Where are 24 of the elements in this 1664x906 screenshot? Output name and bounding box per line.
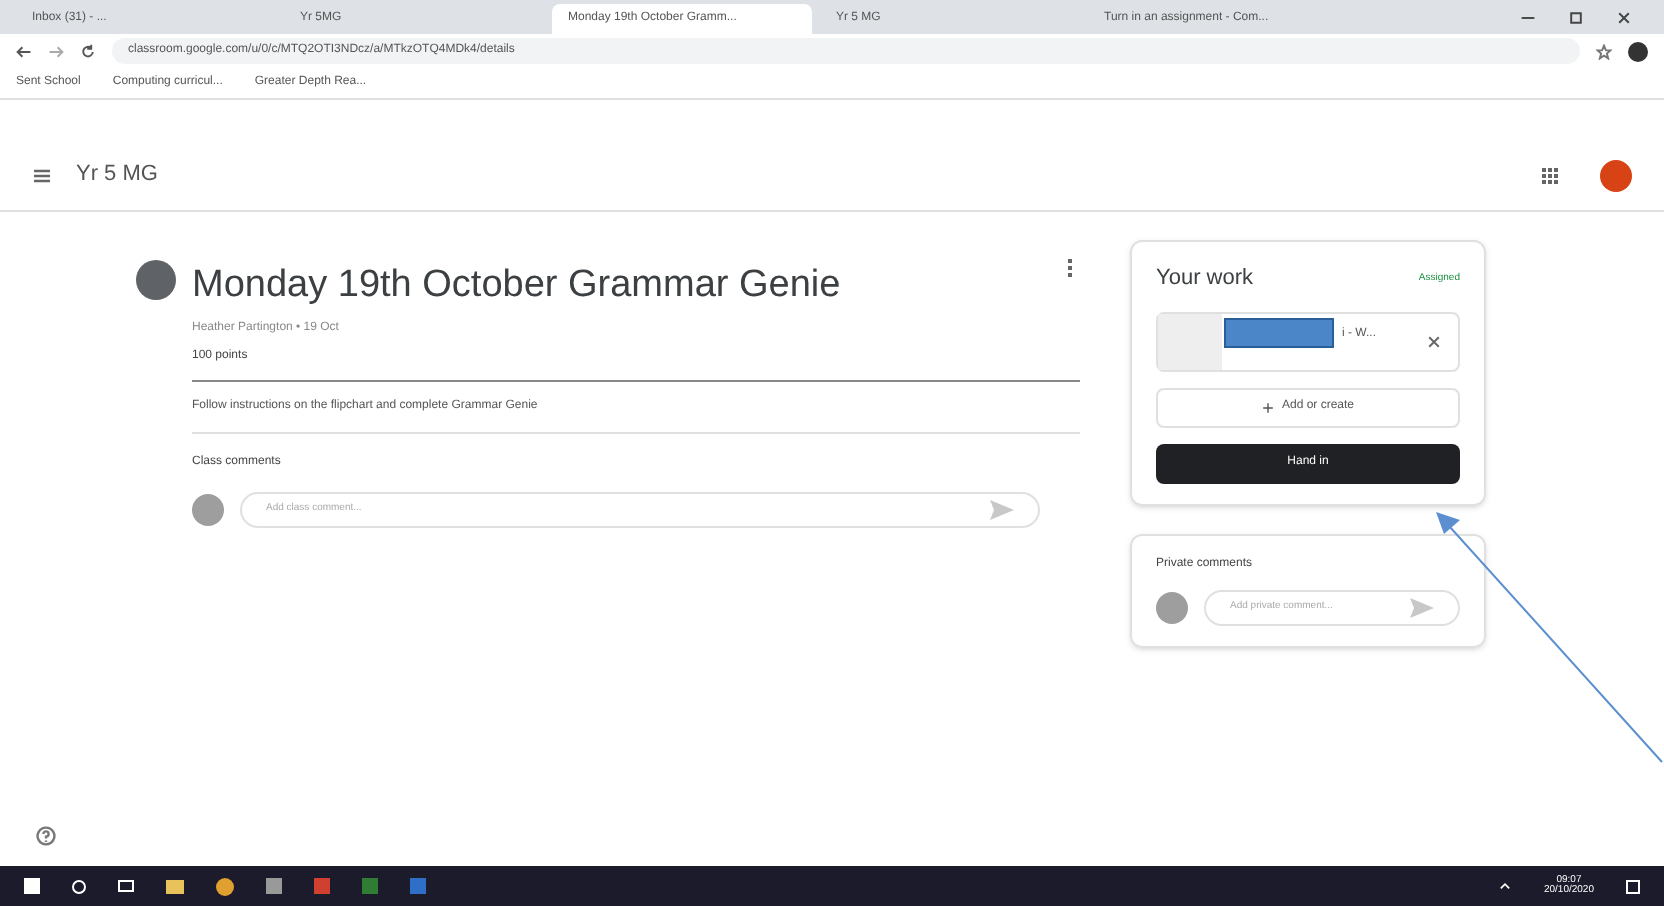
plus-icon[interactable] <box>1261 401 1274 413</box>
file-thumbnail <box>1158 313 1222 369</box>
close-icon[interactable] <box>1616 9 1632 25</box>
star-icon[interactable] <box>1596 43 1612 59</box>
search-icon[interactable] <box>72 879 86 893</box>
reload-icon[interactable] <box>80 43 96 59</box>
menu-icon[interactable] <box>32 165 52 185</box>
assignment-icon <box>136 260 176 300</box>
maximize-icon[interactable] <box>1568 9 1584 25</box>
apps-grid-icon[interactable] <box>1540 165 1560 185</box>
task-view-icon[interactable] <box>118 880 134 892</box>
redaction-block <box>1224 317 1334 347</box>
remove-icon[interactable] <box>1426 333 1442 349</box>
back-arrow-icon[interactable] <box>16 43 32 59</box>
your-work-title: Your work <box>1156 264 1254 294</box>
avatar-icon <box>1156 591 1188 623</box>
avatar-icon <box>192 493 224 525</box>
assignment-title: Monday 19th October Grammar Genie <box>192 262 841 310</box>
chevron-up-icon[interactable] <box>1497 879 1512 893</box>
profile-icon[interactable] <box>1628 41 1648 61</box>
account-avatar[interactable] <box>1600 159 1632 191</box>
notifications-icon[interactable] <box>1626 879 1640 893</box>
class-name[interactable]: Yr 5 MG <box>76 158 158 192</box>
help-icon[interactable] <box>36 826 56 846</box>
